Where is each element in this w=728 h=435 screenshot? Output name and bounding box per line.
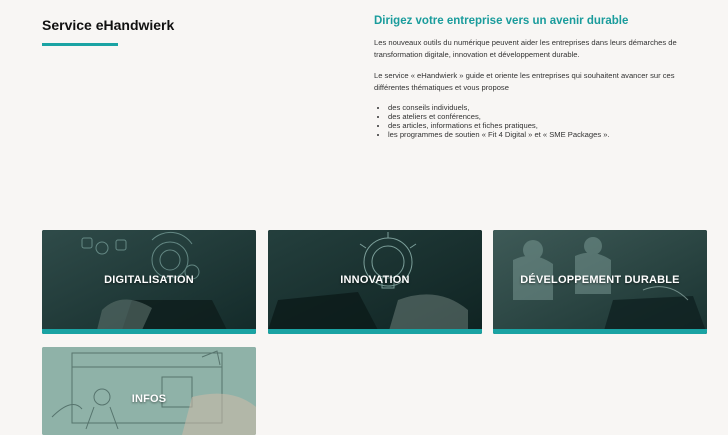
card-label: DÉVELOPPEMENT DURABLE [520,274,680,286]
card-digitalisation[interactable]: DIGITALISATION [42,230,256,334]
title-underline [42,43,118,46]
card-accent-bar [493,329,707,334]
intro-section: Dirigez votre entreprise vers un avenir … [374,15,704,139]
card-label: INNOVATION [340,274,410,286]
services-list-item: des articles, informations et fiches pra… [388,121,704,130]
services-list-item: des conseils individuels, [388,103,704,112]
card-infos[interactable]: INFOS [42,347,256,435]
card-label: DIGITALISATION [104,274,194,286]
card-innovation[interactable]: INNOVATION [268,230,482,334]
services-list-item: les programmes de soutien « Fit 4 Digita… [388,130,704,139]
card-accent-bar [268,329,482,334]
intro-paragraph-1: Les nouveaux outils du numérique peuvent… [374,38,677,59]
page-title: Service eHandwierk [42,17,175,33]
card-developpement-durable[interactable]: DÉVELOPPEMENT DURABLE [493,230,707,334]
intro-heading: Dirigez votre entreprise vers un avenir … [374,15,629,27]
services-list: des conseils individuels, des ateliers e… [374,103,704,139]
card-label: INFOS [131,393,167,405]
card-accent-bar [42,329,256,334]
services-list-item: des ateliers et conférences, [388,112,704,121]
intro-paragraph-2: Le service « eHandwierk » guide et orien… [374,71,675,92]
infos-image [42,347,256,435]
